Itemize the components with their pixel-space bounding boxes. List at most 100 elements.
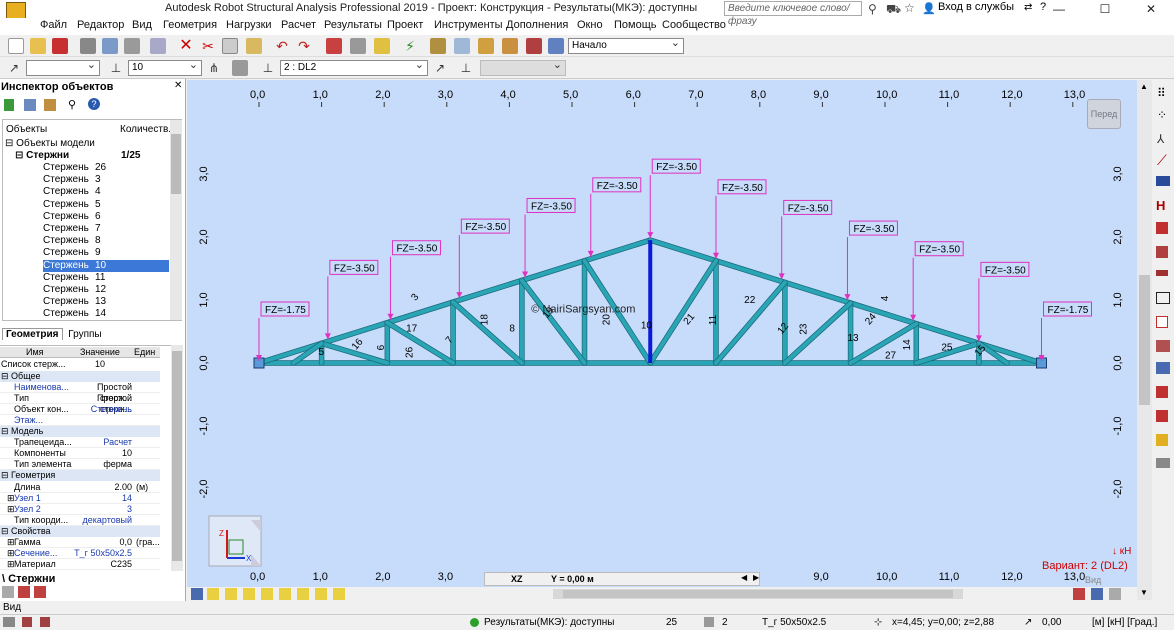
profile-icon[interactable]: H — [1156, 198, 1165, 213]
redo-icon[interactable]: ↷ — [296, 38, 312, 54]
layout-combo[interactable]: Начало — [568, 36, 684, 54]
cut-icon[interactable]: ✂ — [200, 38, 216, 54]
view-tool-3[interactable] — [225, 588, 237, 600]
bottom-tab-bars[interactable]: \ Стержни — [2, 573, 55, 585]
props-row[interactable]: Трапецеида... Расчет — [0, 437, 160, 449]
help-icon[interactable]: ? — [88, 98, 100, 110]
offsets-icon[interactable] — [1156, 270, 1168, 276]
diagonal-member[interactable] — [519, 278, 587, 365]
tree-bars[interactable]: ⊟ Стержни — [15, 150, 183, 162]
tree-bar-item[interactable]: Стержень 26 — [43, 162, 169, 174]
plane-next-icon[interactable]: ▶ — [753, 573, 759, 582]
nodes-icon[interactable]: ⁘ — [1157, 108, 1167, 122]
props-row[interactable]: Тип элемента ферма — [0, 459, 160, 471]
scroll-down-icon[interactable]: ▼ — [1140, 588, 1148, 597]
close-button[interactable]: ✕ — [1128, 0, 1174, 18]
view-tool-1[interactable] — [191, 588, 203, 600]
selection-combo[interactable] — [26, 58, 100, 76]
tree-bar-item[interactable]: Стержень 8 — [43, 235, 169, 247]
search-input[interactable]: Введите ключевое слово/фразу — [724, 1, 862, 27]
props-scroll-thumb[interactable] — [172, 351, 182, 561]
view-tool-12[interactable] — [1109, 588, 1121, 600]
tree-bar-item[interactable]: Стержень 13 — [43, 296, 169, 308]
props-row[interactable]: Объект кон... Стержень — [0, 404, 160, 415]
view-tool-7[interactable] — [297, 588, 309, 600]
props-group-header[interactable]: ⊟ Свойства — [0, 525, 160, 537]
cart-icon[interactable]: ⛟ — [886, 2, 901, 18]
settings-icon[interactable] — [502, 38, 518, 54]
diagonal-member[interactable] — [648, 258, 718, 365]
props-row[interactable]: Материал C235 ⊞ — [0, 559, 160, 571]
panels-icon[interactable] — [1156, 222, 1168, 234]
view-tool-5[interactable] — [261, 588, 273, 600]
menu-edit[interactable]: Редактор — [77, 19, 124, 31]
exchange-icon[interactable]: ⇄ — [1024, 2, 1032, 13]
print-preview-icon[interactable] — [102, 38, 118, 54]
structure-viewport[interactable]: 0,0 1,0 2,0 3,0 4,0 5,0 6,0 7,0 8,0 9,0 10,0 11,0 12… — [187, 80, 1137, 600]
viewport-scroll-thumb[interactable] — [1139, 275, 1150, 405]
menu-file[interactable]: Файл — [40, 19, 67, 31]
node-number-combo[interactable]: 10 — [128, 58, 202, 76]
inspector-btn-2[interactable] — [18, 586, 30, 598]
menu-loads[interactable]: Нагрузки — [226, 19, 272, 31]
load-case-combo[interactable]: 2 : DL2 — [280, 58, 428, 76]
inspector-btn-3[interactable] — [34, 586, 46, 598]
tables-icon[interactable] — [326, 38, 342, 54]
menu-addons[interactable]: Дополнения — [506, 19, 568, 31]
bar-select-icon[interactable]: ↗ — [6, 60, 22, 76]
screen-capture-icon[interactable] — [124, 38, 140, 54]
props-row[interactable]: Гамма 0,0 (гра... ⊞ — [0, 537, 160, 548]
case-icon[interactable] — [232, 60, 248, 76]
props-row[interactable]: Узел 2 3 ⊞ — [0, 504, 160, 515]
tree-bar-item[interactable]: Стержень 7 — [43, 223, 169, 235]
preferences-icon[interactable] — [526, 38, 542, 54]
supports-icon[interactable]: ⅄ — [1157, 132, 1164, 146]
filter-icon[interactable]: ⋔ — [206, 60, 222, 76]
maximize-button[interactable]: ☐ — [1082, 0, 1128, 18]
status-icon-1[interactable] — [3, 617, 15, 627]
view-tool-9[interactable] — [333, 588, 345, 600]
releases-icon[interactable] — [1156, 246, 1168, 258]
tree-model-objects[interactable]: ⊟ Объекты модели — [5, 138, 173, 150]
calculate-icon[interactable]: ⚡ — [402, 38, 418, 54]
menu-project[interactable]: Проект — [387, 19, 423, 31]
expand-icon[interactable]: ⊞ — [7, 559, 15, 570]
bars-icon[interactable]: ⟋ — [1157, 152, 1167, 169]
plane-selector[interactable]: XZ Y = 0,00 м ◀ ▶ — [484, 572, 760, 586]
tools-icon[interactable] — [44, 99, 56, 111]
new-icon[interactable] — [8, 38, 24, 54]
report-icon[interactable] — [1156, 458, 1170, 468]
tab-geometry[interactable]: Геометрия — [2, 328, 63, 340]
combinations-icon[interactable] — [1156, 340, 1170, 352]
status-icon-2[interactable] — [22, 617, 32, 627]
tree-bar-item[interactable]: Стержень 5 — [43, 199, 169, 211]
copy-icon[interactable] — [222, 38, 238, 54]
tree-bar-item[interactable]: Стержень 9 — [43, 247, 169, 259]
menu-help[interactable]: Помощь — [614, 19, 657, 31]
view-cube-front[interactable]: Перед — [1087, 99, 1121, 129]
display-icon[interactable] — [430, 38, 446, 54]
star-icon[interactable]: ☆ — [904, 1, 915, 15]
help-icon[interactable]: ? — [1040, 1, 1046, 13]
grid-icon[interactable]: ⠿ — [1157, 86, 1166, 100]
calc-note-icon[interactable] — [150, 38, 166, 54]
tab-groups[interactable]: Группы — [65, 329, 104, 340]
menu-community[interactable]: Сообщество — [662, 19, 726, 31]
add-icon[interactable] — [4, 99, 14, 111]
menu-results[interactable]: Результаты — [324, 19, 382, 31]
rc-icon[interactable] — [1156, 434, 1168, 446]
menu-tools[interactable]: Инструменты — [434, 19, 503, 31]
tree-bar-item[interactable]: Стержень 12 — [43, 284, 169, 296]
props-group-header[interactable]: ⊟ Общее — [0, 370, 160, 382]
inspector-btn-1[interactable] — [2, 586, 14, 598]
props-list-row[interactable]: Список стерж... 10 — [0, 359, 160, 370]
props-row[interactable]: Тип Простой стерж... — [0, 393, 160, 414]
menu-window[interactable]: Окно — [577, 19, 603, 31]
lock-icon[interactable] — [374, 38, 390, 54]
props-row[interactable]: Длина 2.00 (м) — [0, 482, 160, 493]
horizontal-scrollbar[interactable] — [553, 589, 963, 599]
view-tool-8[interactable] — [315, 588, 327, 600]
props-group-header[interactable]: ⊟ Модель — [0, 426, 160, 437]
tree-bar-item[interactable]: Стержень 4 — [43, 186, 169, 198]
plane-prev-icon[interactable]: ◀ — [741, 573, 747, 582]
